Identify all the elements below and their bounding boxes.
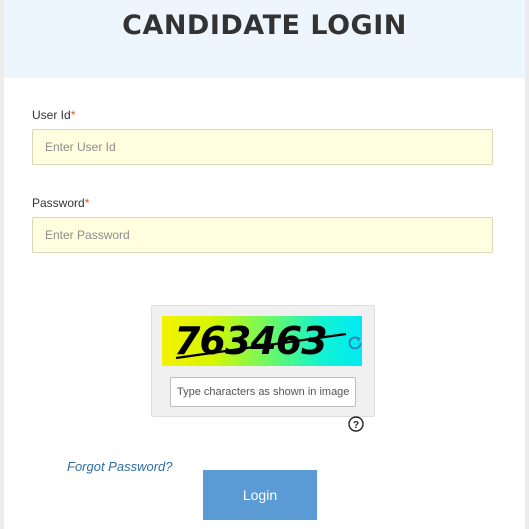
captcha-noise-line <box>175 332 347 360</box>
login-button[interactable]: Login <box>203 470 317 520</box>
user-id-input[interactable] <box>32 129 493 165</box>
refresh-icon[interactable] <box>346 334 364 352</box>
forgot-password-link[interactable]: Forgot Password? <box>67 459 173 474</box>
user-id-label-row: User Id* <box>32 108 75 122</box>
help-glyph: ? <box>353 420 359 431</box>
question-circle-icon[interactable]: ? <box>348 416 364 432</box>
login-header: CANDIDATE LOGIN <box>4 0 525 78</box>
password-label: Password <box>32 196 85 210</box>
captcha-image: 763463 <box>162 316 362 366</box>
password-label-row: Password* <box>32 196 89 210</box>
captcha-input[interactable] <box>170 377 356 407</box>
login-card: CANDIDATE LOGIN User Id* Password* 76346… <box>4 0 525 529</box>
page-title: CANDIDATE LOGIN <box>122 10 407 41</box>
captcha-panel: 763463 <box>151 305 375 417</box>
user-id-required-mark: * <box>70 108 76 122</box>
password-required-mark: * <box>84 196 90 210</box>
password-input[interactable] <box>32 217 493 253</box>
user-id-label: User Id <box>32 108 71 122</box>
